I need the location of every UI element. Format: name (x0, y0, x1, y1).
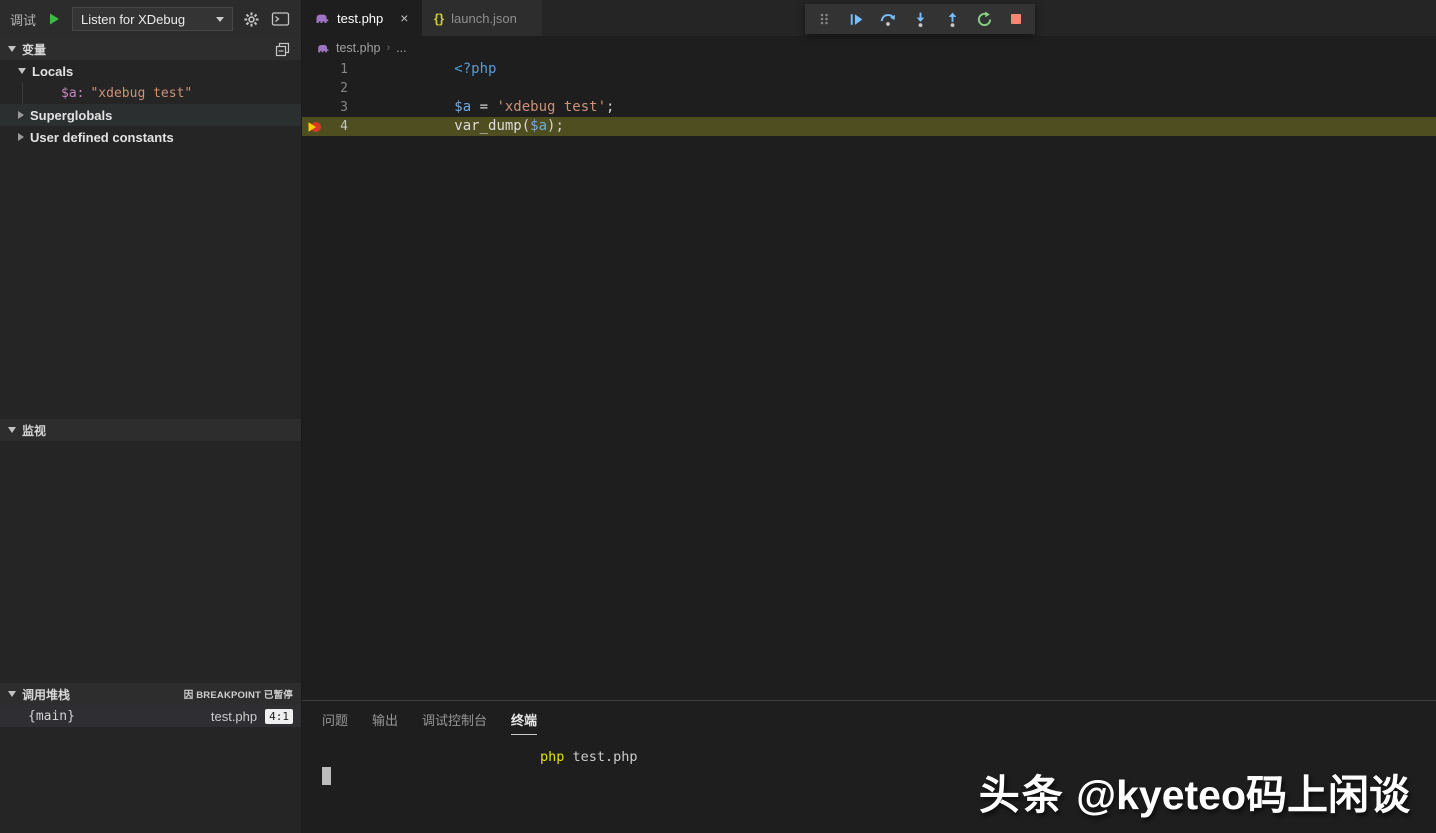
scope-label: Superglobals (30, 108, 112, 123)
variables-section-title: 变量 (22, 41, 46, 58)
debug-launch-bar: 调试 Listen for XDebug (0, 0, 301, 38)
paused-on-breakpoint-status: 因 BREAKPOINT 已暂停 (184, 687, 293, 701)
close-icon[interactable]: × (400, 10, 408, 26)
terminal-command-args: test.php (564, 749, 637, 765)
panel-tab-bar: 问题 输出 调试控制台 终端 (302, 701, 1436, 737)
watch-section-header[interactable]: 监视 (0, 419, 301, 441)
debug-controls-toolbar (805, 4, 1035, 34)
restart-button[interactable] (971, 6, 997, 32)
tab-label: launch.json (451, 11, 517, 26)
watch-section-title: 监视 (22, 422, 46, 439)
stop-button[interactable] (1003, 6, 1029, 32)
step-out-icon (944, 11, 961, 28)
terminal-cursor (322, 767, 331, 785)
code-line-1[interactable]: 1 <?php (302, 60, 1436, 79)
code-token: ( (522, 118, 530, 134)
debug-view-label: 调试 (10, 10, 36, 29)
terminal-command-line: php test.php (540, 749, 638, 765)
tab-test-php[interactable]: test.php × (302, 0, 422, 36)
continue-button[interactable] (843, 6, 869, 32)
variables-section-header[interactable]: 变量 (0, 38, 301, 60)
watch-body (0, 441, 301, 683)
code-token: $a (530, 118, 547, 134)
chevron-expanded-icon (8, 691, 16, 697)
code-token: ; (606, 99, 614, 115)
breadcrumb[interactable]: test.php › ... (302, 36, 1436, 60)
breadcrumb-more[interactable]: ... (396, 41, 406, 55)
breadcrumb-file[interactable]: test.php (336, 41, 380, 55)
scope-locals[interactable]: Locals (0, 60, 301, 82)
debug-sidebar: 调试 Listen for XDebug (0, 0, 302, 833)
line-number: 1 (326, 60, 348, 79)
step-into-icon (912, 11, 929, 28)
variable-value: "xdebug test" (90, 86, 192, 101)
chevron-expanded-icon (18, 68, 26, 74)
tab-output[interactable]: 输出 (372, 704, 398, 734)
breadcrumb-separator: › (386, 42, 390, 54)
restart-icon (976, 11, 993, 28)
drag-handle-icon (818, 11, 830, 27)
scope-user-defined-constants[interactable]: User defined constants (0, 126, 301, 148)
php-elephant-icon (314, 10, 330, 26)
gear-icon (243, 11, 260, 28)
code-token: ; (555, 118, 563, 134)
chevron-expanded-icon (8, 427, 16, 433)
tab-terminal[interactable]: 终端 (511, 704, 537, 735)
debug-console-icon (271, 11, 290, 27)
chevron-down-icon (216, 17, 224, 22)
tab-debug-console[interactable]: 调试控制台 (422, 704, 487, 734)
chevron-collapsed-icon (18, 133, 24, 141)
debug-config-dropdown[interactable]: Listen for XDebug (72, 7, 233, 31)
configure-button[interactable] (240, 8, 262, 30)
code-token: <?php (454, 61, 496, 77)
scope-superglobals[interactable]: Superglobals (0, 104, 301, 126)
line-number: 3 (326, 98, 348, 117)
code-token: var_dump (454, 118, 521, 134)
tab-launch-json[interactable]: {} launch.json (422, 0, 542, 36)
code-editor[interactable]: 1 <?php 2 3 $a = 'xdebug test'; (302, 60, 1436, 700)
collapse-all-icon (275, 42, 290, 57)
php-elephant-icon (316, 41, 330, 55)
tab-label: test.php (337, 11, 383, 26)
code-line-4-current[interactable]: 4 var_dump($a); (302, 117, 1436, 136)
variables-tree: Locals $a: "xdebug test" Superglobals Us… (0, 60, 301, 419)
terminal-command-program: php (540, 749, 564, 765)
frame-file: test.php (211, 709, 257, 724)
call-stack-frame[interactable]: {main} test.php 4:1 (0, 705, 301, 727)
call-stack-empty-area (0, 727, 301, 833)
call-stack-section-title: 调用堆栈 (22, 686, 70, 703)
breakpoint-gutter[interactable] (302, 120, 326, 134)
start-debug-button[interactable] (43, 8, 65, 30)
continue-icon (848, 11, 865, 28)
tab-problems[interactable]: 问题 (322, 704, 348, 734)
variable-name: $a: (61, 86, 84, 101)
editor-group: test.php × {} launch.json test.php › ...… (302, 0, 1436, 833)
watermark: 头条 @kyeteo码上闲谈 (979, 761, 1410, 821)
frame-name: {main} (28, 709, 75, 724)
scope-label: Locals (32, 64, 73, 79)
start-debug-icon (47, 12, 61, 26)
variable-row[interactable]: $a: "xdebug test" (22, 82, 301, 104)
step-over-icon (879, 11, 897, 28)
chevron-expanded-icon (8, 46, 16, 52)
vscode-window: 调试 Listen for XDebug (0, 0, 1436, 833)
current-breakpoint-icon (306, 120, 323, 134)
json-braces-icon: {} (434, 11, 444, 26)
debug-config-name: Listen for XDebug (81, 12, 185, 27)
scope-label: User defined constants (30, 130, 174, 145)
line-number: 2 (326, 79, 348, 98)
collapse-all-button[interactable] (271, 38, 293, 60)
line-number: 4 (326, 117, 348, 136)
frame-position-badge: 4:1 (265, 709, 293, 724)
watermark-brand: 头条 (979, 772, 1065, 818)
open-debug-console-button[interactable] (269, 8, 291, 30)
step-over-button[interactable] (875, 6, 901, 32)
call-stack-section-header[interactable]: 调用堆栈 因 BREAKPOINT 已暂停 (0, 683, 301, 705)
stop-icon (1008, 11, 1024, 27)
toolbar-drag-handle[interactable] (811, 6, 837, 32)
watermark-handle: @kyeteo码上闲谈 (1065, 772, 1410, 818)
chevron-collapsed-icon (18, 111, 24, 119)
step-out-button[interactable] (939, 6, 965, 32)
step-into-button[interactable] (907, 6, 933, 32)
